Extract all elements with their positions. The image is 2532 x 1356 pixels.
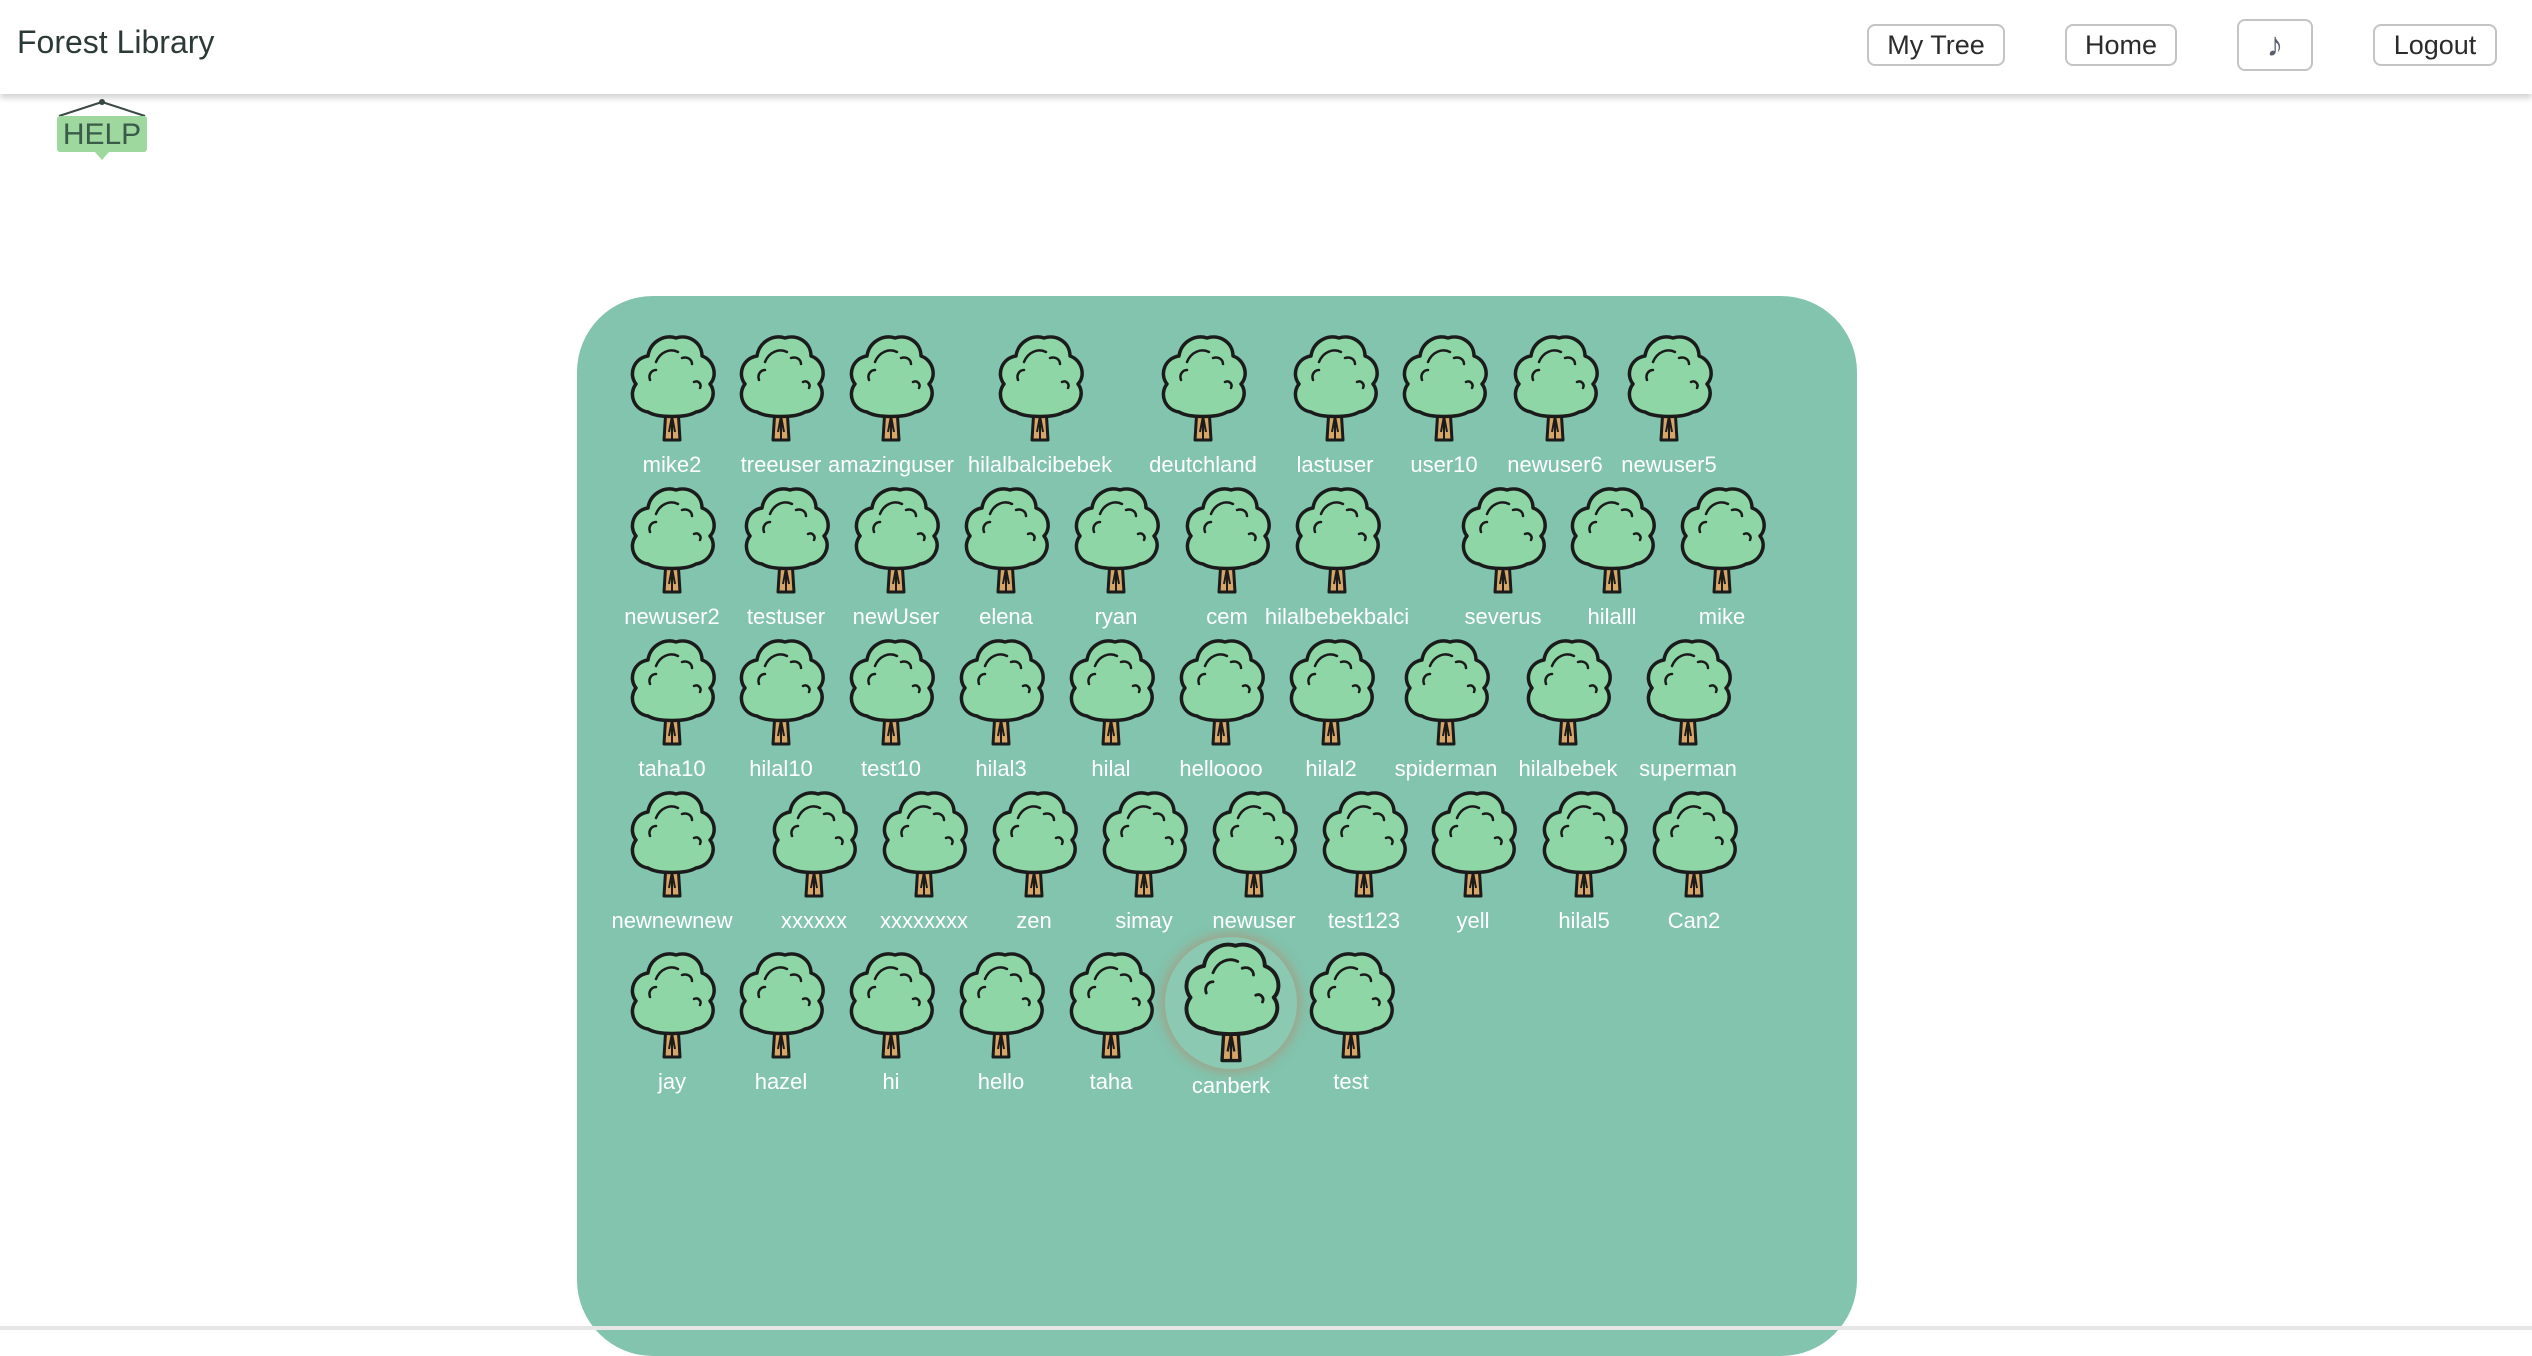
tree-item[interactable]: hilalbebekbalci <box>1265 484 1409 630</box>
tree-icon <box>1526 639 1612 746</box>
tree-icon <box>849 952 935 1059</box>
help-sign[interactable]: HELP <box>55 98 149 162</box>
tree-username-label: test <box>1333 1069 1369 1094</box>
tree-icon <box>998 335 1084 442</box>
tree-icon <box>1069 952 1155 1059</box>
tree-icon <box>1179 639 1265 746</box>
help-label: HELP <box>63 118 141 151</box>
tree-icon <box>1542 791 1628 898</box>
tree-icon <box>1646 639 1732 746</box>
tree-icon <box>630 952 716 1059</box>
tree-username-label: hilalbebekbalci <box>1264 604 1410 629</box>
tree-icon <box>882 791 968 898</box>
tree-item[interactable]: test <box>1296 949 1406 1095</box>
tree-icon <box>1185 487 1271 594</box>
tree-icon <box>1570 487 1656 594</box>
tree-icon <box>854 487 940 594</box>
tree-icon <box>630 639 716 746</box>
tree-icon <box>1309 952 1395 1059</box>
tree-icon <box>1289 639 1375 746</box>
tree-item[interactable]: hilalbalcibebek <box>968 332 1112 478</box>
page-bottom-edge <box>0 1326 2532 1330</box>
tree-icon <box>1461 487 1547 594</box>
my-tree-button[interactable]: My Tree <box>1867 24 2005 66</box>
tree-icon <box>1680 487 1766 594</box>
tree-icon <box>1184 942 1281 1063</box>
tree-icon <box>959 952 1045 1059</box>
tree-icon <box>630 335 716 442</box>
home-button[interactable]: Home <box>2065 24 2177 66</box>
tree-icon <box>630 487 716 594</box>
tree-icon <box>772 791 858 898</box>
tree-item[interactable]: mike <box>1667 484 1777 630</box>
tree-icon <box>964 487 1050 594</box>
tree-icon <box>1431 791 1517 898</box>
tree-icon <box>1212 791 1298 898</box>
tree-username-label: hilalbalcibebek <box>967 452 1113 477</box>
music-note-icon[interactable]: ♪ <box>2237 19 2313 71</box>
tree-icon <box>1293 335 1379 442</box>
tree-icon <box>959 639 1045 746</box>
tree-icon <box>1513 335 1599 442</box>
tree-icon <box>992 791 1078 898</box>
tree-item[interactable]: newuser5 <box>1614 332 1724 478</box>
tree-icon <box>1295 487 1381 594</box>
tree-icon <box>744 487 830 594</box>
tree-icon <box>630 791 716 898</box>
tree-icon <box>739 639 825 746</box>
tree-icon <box>1069 639 1155 746</box>
tree-username-label: Can2 <box>1667 908 1721 933</box>
tree-icon <box>1074 487 1160 594</box>
tree-icon <box>1402 335 1488 442</box>
tree-username-label: superman <box>1639 756 1737 781</box>
tree-item[interactable]: superman <box>1633 636 1743 782</box>
tree-icon <box>1404 639 1490 746</box>
tree-item[interactable]: amazinguser <box>828 332 954 478</box>
tree-icon <box>1627 335 1713 442</box>
tree-icon <box>739 952 825 1059</box>
tree-icon <box>739 335 825 442</box>
tree-icon <box>1652 791 1738 898</box>
tree-item[interactable]: Can2 <box>1639 788 1749 934</box>
tree-icon <box>849 639 935 746</box>
tree-icon <box>1322 791 1408 898</box>
top-navbar: Forest Library My Tree Home ♪ Logout <box>0 0 2532 94</box>
tree-item[interactable]: newnewnew <box>611 788 733 934</box>
tree-icon <box>1102 791 1188 898</box>
help-sign-icon: HELP <box>57 99 147 160</box>
tree-icon <box>849 335 935 442</box>
tree-username-label: mike <box>1698 604 1746 629</box>
logout-button[interactable]: Logout <box>2373 24 2497 66</box>
tree-icon <box>1161 335 1247 442</box>
tree-username-label: newuser5 <box>1621 452 1717 477</box>
brand-title[interactable]: Forest Library <box>17 24 214 61</box>
